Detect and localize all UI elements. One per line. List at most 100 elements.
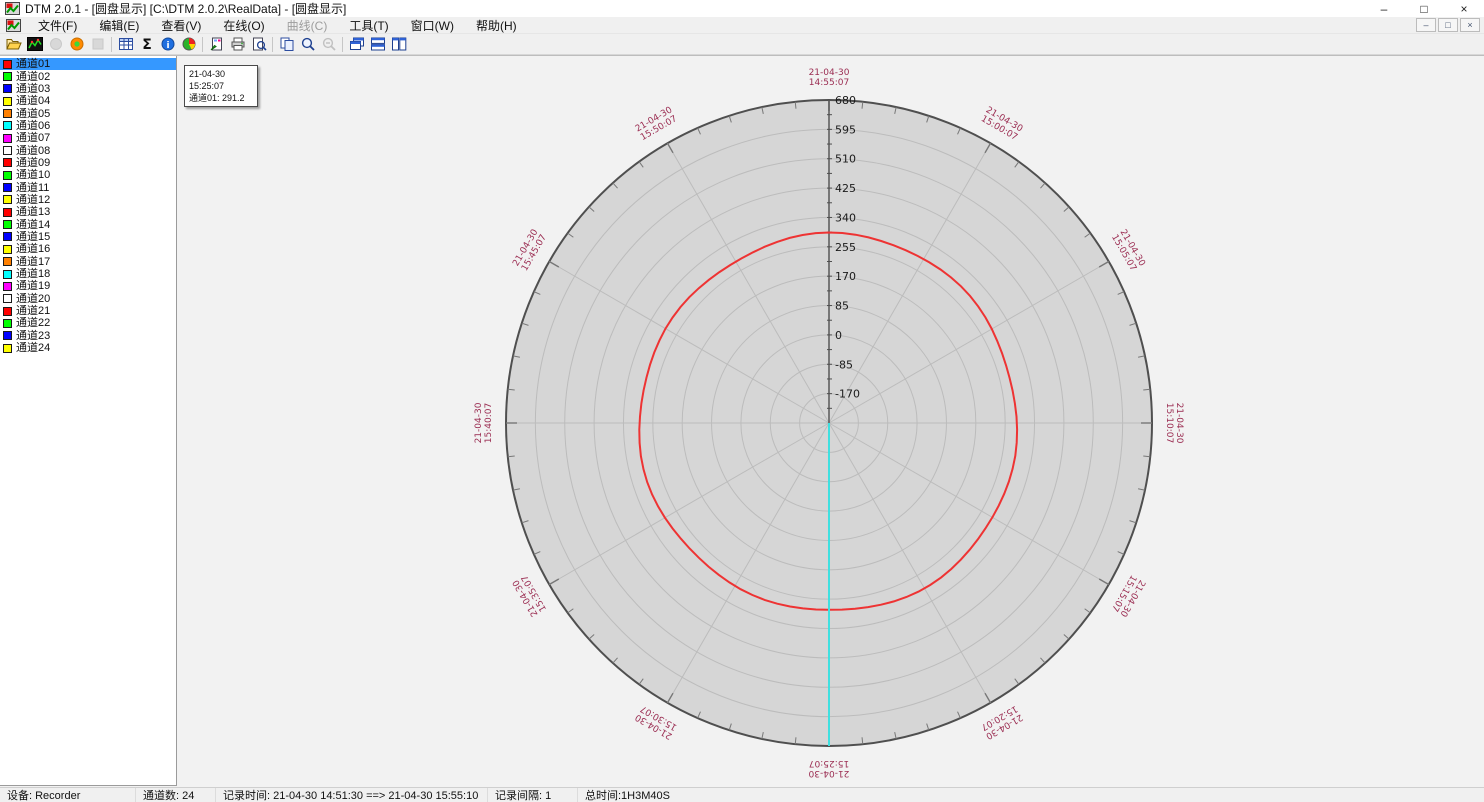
channel-list-item[interactable]: 通道21 (0, 305, 176, 317)
mdi-restore-button[interactable]: □ (1438, 18, 1458, 32)
channel-color-swatch (3, 171, 12, 180)
minimize-button[interactable]: – (1364, 0, 1404, 17)
svg-text:Σ: Σ (142, 37, 152, 51)
channel-list-item[interactable]: 通道11 (0, 181, 176, 193)
window-title: DTM 2.0.1 - [圆盘显示] [C:\DTM 2.0.2\RealDat… (25, 0, 346, 17)
channel-color-swatch (3, 208, 12, 217)
tile-horizontal-icon[interactable] (367, 35, 388, 54)
channel-list-item[interactable]: 通道09 (0, 157, 176, 169)
channel-color-swatch (3, 220, 12, 229)
pie-report-icon[interactable] (178, 35, 199, 54)
channel-list-item[interactable]: 通道17 (0, 256, 176, 268)
menu-item-online[interactable]: 在线(O) (212, 16, 275, 35)
axis-tick-label: 255 (835, 241, 856, 254)
channel-label: 通道17 (16, 256, 50, 268)
record-active-icon[interactable] (66, 35, 87, 54)
restore-button[interactable]: □ (1404, 0, 1444, 17)
channel-label: 通道03 (16, 83, 50, 95)
open-file-icon[interactable] (3, 35, 24, 54)
print-preview-icon[interactable] (248, 35, 269, 54)
menu-item-curve[interactable]: 曲线(C) (276, 16, 339, 35)
menu-item-window[interactable]: 窗口(W) (400, 16, 465, 35)
menu-item-tools[interactable]: 工具(T) (338, 16, 399, 35)
menu-item-edit[interactable]: 编辑(E) (88, 16, 150, 35)
dial-time-label: 21-04-3015:20:07 (979, 703, 1025, 741)
dial-time-label: 21-04-3015:50:07 (634, 105, 680, 143)
channel-label: 通道23 (16, 330, 50, 342)
status-channel-count: 通道数: 24 (136, 788, 216, 802)
channel-color-swatch (3, 134, 12, 143)
channel-label: 通道08 (16, 145, 50, 157)
export-icon[interactable] (206, 35, 227, 54)
channel-label: 通道20 (16, 293, 50, 305)
channel-label: 通道09 (16, 157, 50, 169)
svg-text:21-04-30: 21-04-30 (1174, 403, 1184, 444)
channel-list-item[interactable]: 通道20 (0, 293, 176, 305)
print-icon[interactable] (227, 35, 248, 54)
channel-label: 通道12 (16, 194, 50, 206)
channel-label: 通道02 (16, 71, 50, 83)
channel-list-item[interactable]: 通道08 (0, 144, 176, 156)
channel-label: 通道22 (16, 317, 50, 329)
channel-list-item[interactable]: 通道07 (0, 132, 176, 144)
channel-list-item[interactable]: 通道05 (0, 107, 176, 119)
data-table-icon[interactable] (115, 35, 136, 54)
svg-text:21-04-30: 21-04-30 (808, 768, 849, 778)
copy-icon[interactable] (276, 35, 297, 54)
channel-list-item[interactable]: 通道19 (0, 280, 176, 292)
channel-list-item[interactable]: 通道13 (0, 206, 176, 218)
channel-list-item[interactable]: 通道02 (0, 70, 176, 82)
channel-color-swatch (3, 158, 12, 167)
record-icon (45, 35, 66, 54)
dial-time-label: 21-04-3015:00:07 (979, 105, 1025, 143)
toolbar-separator (111, 37, 112, 52)
curve-view-icon[interactable] (24, 35, 45, 54)
mdi-child-icon[interactable] (6, 19, 21, 32)
channel-label: 通道16 (16, 243, 50, 255)
axis-tick-label: -85 (835, 358, 853, 371)
channel-list-item[interactable]: 通道24 (0, 342, 176, 354)
svg-text:21-04-30: 21-04-30 (809, 68, 850, 78)
channel-list-item[interactable]: 通道12 (0, 194, 176, 206)
polar-chart[interactable]: -170-8508517025534042551059568021-04-301… (178, 56, 1484, 787)
channel-list-item[interactable]: 通道15 (0, 231, 176, 243)
channel-list-item[interactable]: 通道01 (0, 58, 176, 70)
menu-bar: 文件(F)编辑(E)查看(V)在线(O)曲线(C)工具(T)窗口(W)帮助(H)… (0, 17, 1484, 34)
channel-list-item[interactable]: 通道16 (0, 243, 176, 255)
channel-list-item[interactable]: 通道14 (0, 218, 176, 230)
svg-text:15:10:07: 15:10:07 (1164, 403, 1174, 443)
info-icon[interactable]: i (157, 35, 178, 54)
axis-tick-label: 510 (835, 153, 856, 166)
mdi-minimize-button[interactable]: – (1416, 18, 1436, 32)
channel-label: 通道04 (16, 95, 50, 107)
channel-list-item[interactable]: 通道23 (0, 330, 176, 342)
menu-item-file[interactable]: 文件(F) (27, 16, 88, 35)
channel-list-item[interactable]: 通道22 (0, 317, 176, 329)
dial-time-label: 21-04-3015:30:07 (634, 703, 680, 741)
channel-color-swatch (3, 146, 12, 155)
statistics-icon[interactable]: Σ (136, 35, 157, 54)
dial-time-label: 21-04-3015:45:07 (511, 228, 549, 274)
cascade-windows-icon[interactable] (346, 35, 367, 54)
channel-color-swatch (3, 109, 12, 118)
status-device: 设备: Recorder (0, 788, 136, 802)
menu-item-help[interactable]: 帮助(H) (465, 16, 528, 35)
tile-vertical-icon[interactable] (388, 35, 409, 54)
channel-list-item[interactable]: 通道04 (0, 95, 176, 107)
channel-list-item[interactable]: 通道18 (0, 268, 176, 280)
close-button[interactable]: × (1444, 0, 1484, 17)
dial-time-label: 21-04-3015:35:07 (511, 573, 549, 619)
channel-list-item[interactable]: 通道10 (0, 169, 176, 181)
mdi-close-button[interactable]: × (1460, 18, 1480, 32)
status-record-interval: 记录间隔: 1 (488, 788, 578, 802)
zoom-icon[interactable] (297, 35, 318, 54)
channel-label: 通道07 (16, 132, 50, 144)
channel-color-swatch (3, 245, 12, 254)
channel-color-swatch (3, 344, 12, 353)
channel-list-item[interactable]: 通道06 (0, 120, 176, 132)
menu-item-view[interactable]: 查看(V) (150, 16, 212, 35)
axis-tick-label: 85 (835, 300, 849, 313)
channel-color-swatch (3, 232, 12, 241)
chart-view[interactable]: -170-8508517025534042551059568021-04-301… (178, 56, 1484, 787)
channel-list-item[interactable]: 通道03 (0, 83, 176, 95)
